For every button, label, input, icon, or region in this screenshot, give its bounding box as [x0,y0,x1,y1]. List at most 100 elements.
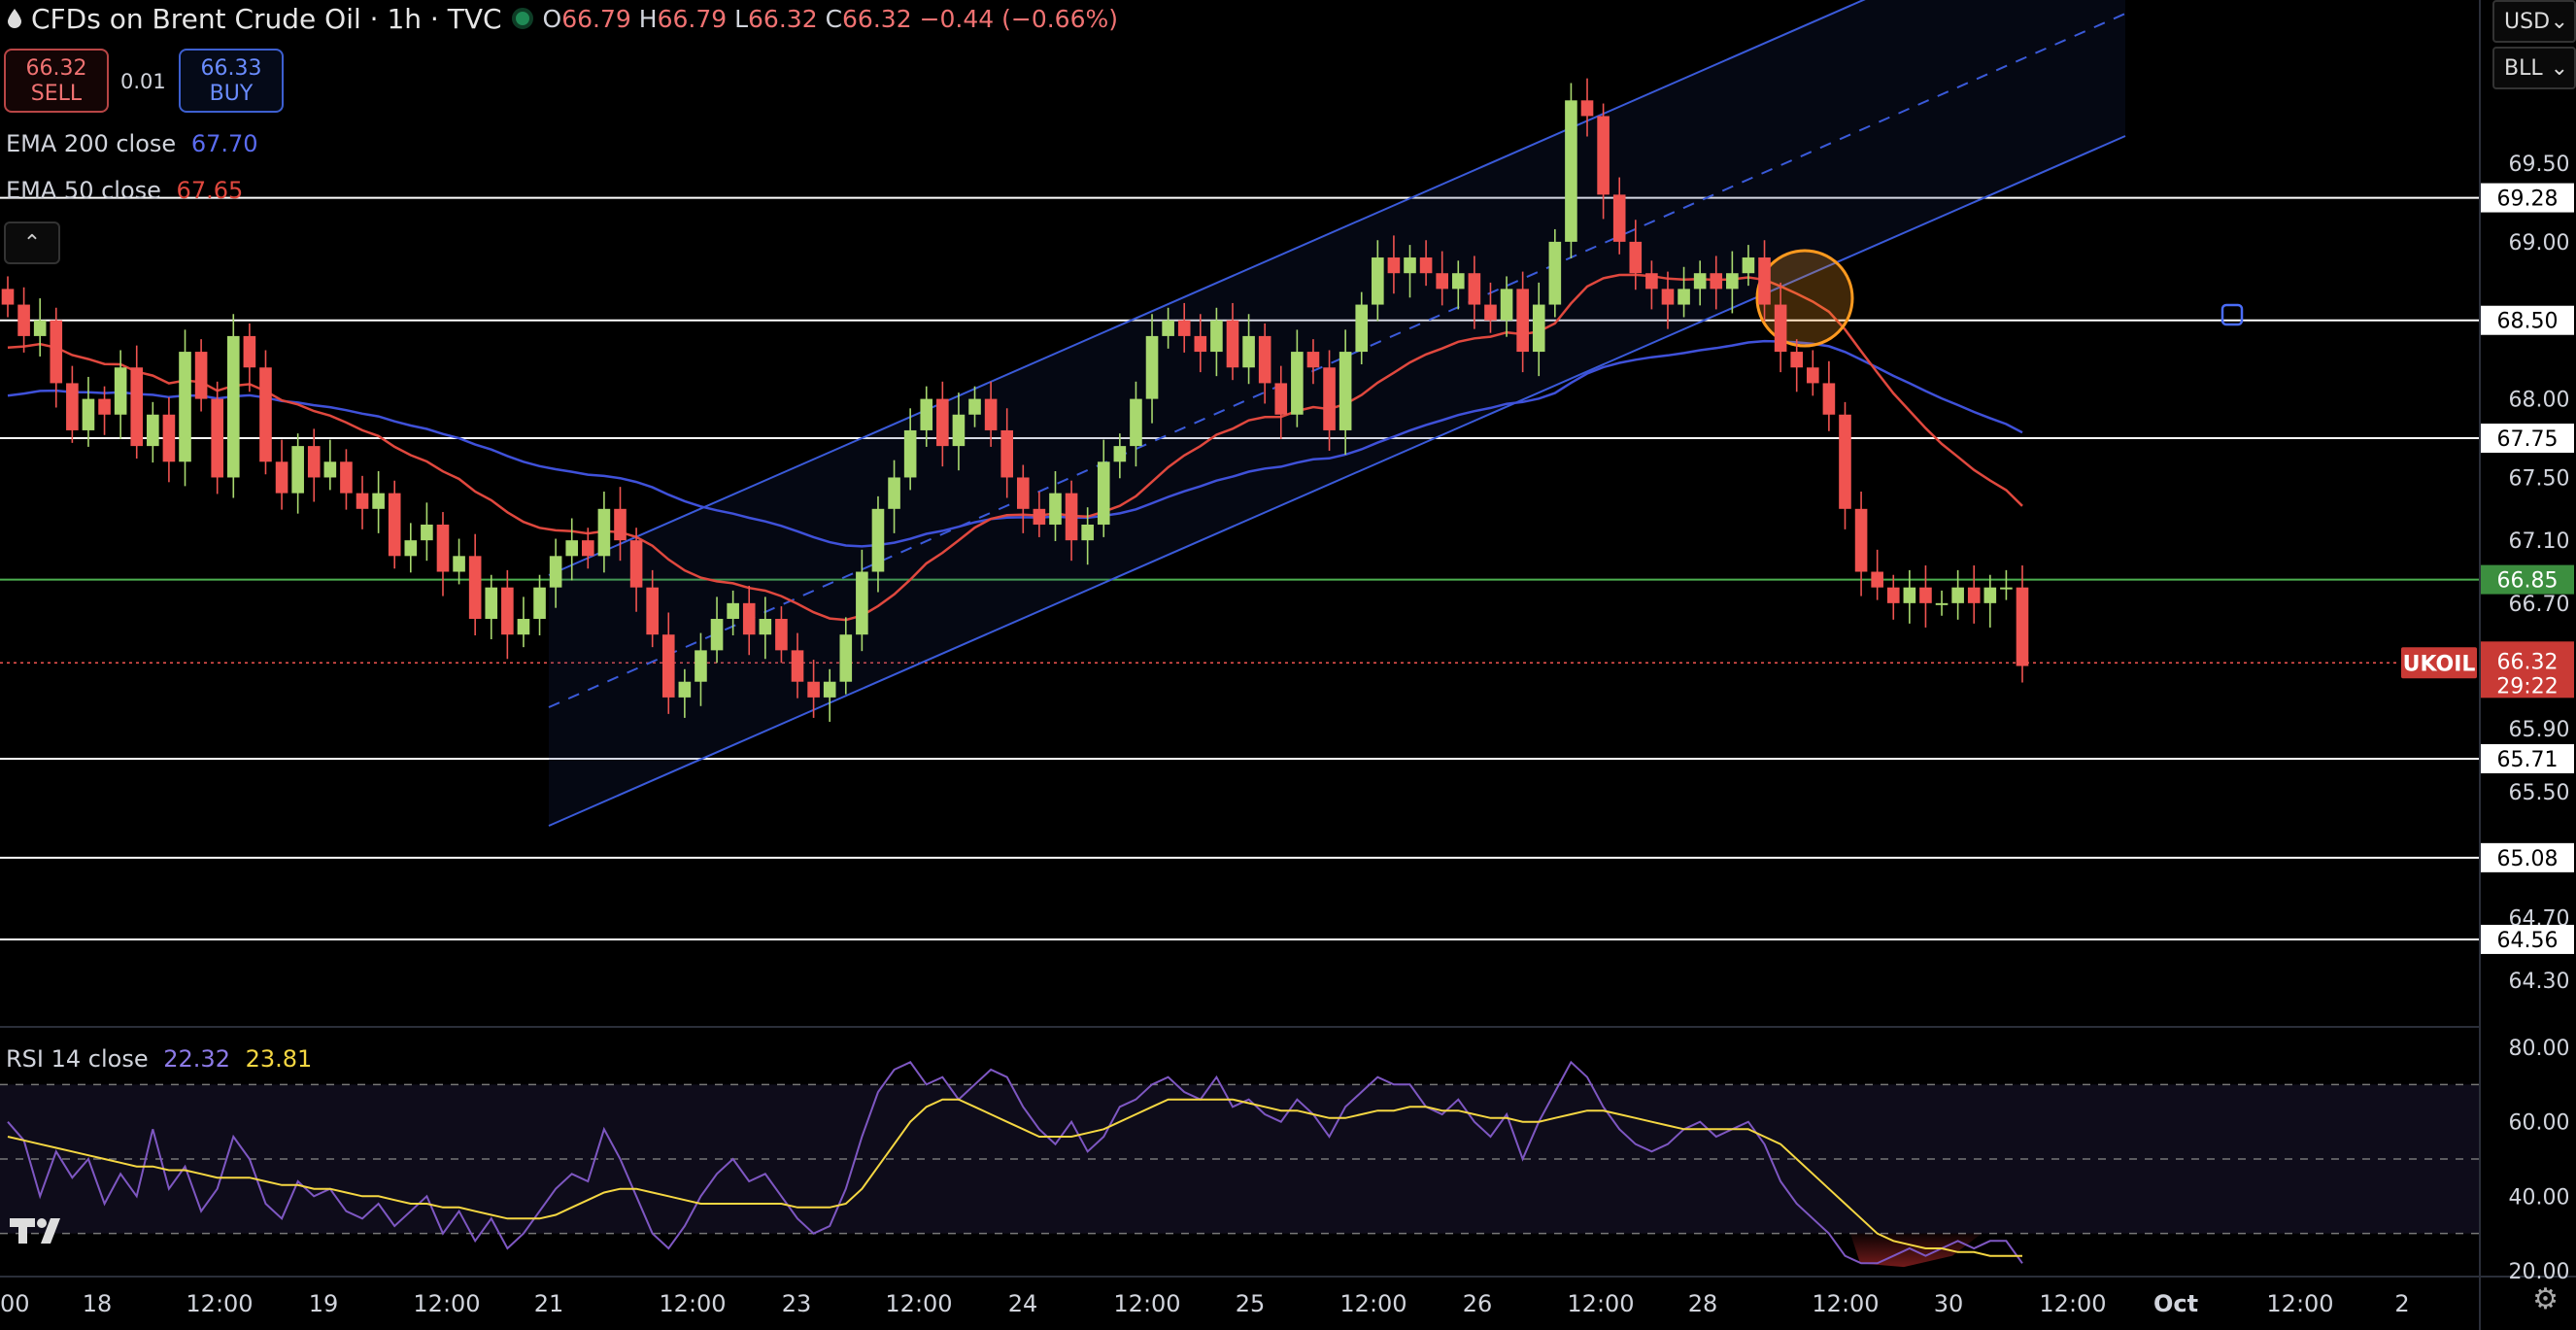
candle-body [968,398,981,415]
candle-body [629,540,643,588]
candle-body [1291,352,1304,415]
oil-drop-icon [8,9,21,28]
candle-body [291,446,304,494]
low-label: L [734,4,749,33]
time-tick-label: 00 [0,1290,30,1317]
settings-gear-icon[interactable]: ⚙ [2532,1282,2559,1316]
candle-body [1274,383,1288,415]
candle-body [1871,571,1883,588]
price-tick-label: 65.90 [2509,718,2570,742]
candle [388,480,401,569]
time-tick-label: 21 [534,1290,564,1317]
symbol-title[interactable]: CFDs on Brent Crude Oil · 1h · TVC [31,3,502,35]
chevron-up-icon: ⌃ [22,230,42,256]
candle-body [1404,257,1416,274]
level-tag-label: 64.56 [2497,929,2559,953]
level-tag-label: 68.50 [2497,310,2559,334]
candle-body [1130,398,1142,447]
time-tick-label: 12:00 [2266,1290,2333,1317]
candle-body [356,493,369,509]
candle-body [646,587,659,635]
candle-body [259,367,272,462]
candle-body [1886,587,1900,603]
rsi-tick-label: 60.00 [2509,1111,2570,1136]
candle-body [1210,320,1223,353]
unit-select[interactable]: BLL ⌄ [2492,47,2576,89]
candle-body [1372,257,1384,305]
candle-body [920,398,933,430]
candle-body [1951,587,1964,603]
candle-body [759,619,772,635]
rsi-value: 22.32 [163,1045,230,1073]
candle-body [1242,335,1255,368]
buy-price: 66.33 [200,56,262,81]
candle-body [1935,602,1949,605]
candle-body [903,429,917,478]
time-tick-label: 25 [1236,1290,1266,1317]
sell-label: SELL [30,82,83,106]
level-tag-label: 66.85 [2497,569,2559,594]
currency-select[interactable]: USD ⌄ [2492,0,2576,43]
candle-body [98,398,111,415]
ema200-label: EMA 200 close [6,130,177,157]
candle-body [517,619,530,635]
candle-body [1774,304,1787,353]
candle-body [936,398,949,447]
candle-body [2016,587,2029,666]
tradingview-logo [10,1214,72,1254]
time-tick-label: 18 [83,1290,113,1317]
time-tick-label: 2 [2394,1290,2409,1317]
low-value: 66.32 [748,4,818,33]
level-tag-label: 67.75 [2497,427,2559,452]
candle [1565,83,1577,258]
candle-body [1339,352,1352,430]
candle-body [1,289,15,305]
candle-body [1919,587,1932,603]
candle-body [179,352,191,462]
candle-body [501,587,514,635]
candle-body [1726,273,1739,290]
candle-body [533,587,546,620]
candle-body [1436,273,1448,290]
trading-chart-window: 69.5069.0068.5068.0067.5067.1066.7066.30… [0,0,2576,1330]
highlight-circle [1755,249,1854,348]
candle [226,314,240,498]
open-value: 66.79 [561,4,631,33]
candle-body [1145,335,1159,399]
collapse-legend-button[interactable]: ⌃ [4,222,60,264]
candle-body [839,634,853,682]
time-tick-label: 24 [1008,1290,1038,1317]
candle-body [1645,273,1658,290]
candle-body [1451,273,1465,290]
time-tick-label: 12:00 [1567,1290,1634,1317]
time-tick-label: 12:00 [2039,1290,2106,1317]
candle-body [1065,493,1078,541]
rsi-legend[interactable]: RSI 14 close 22.32 23.81 [6,1045,312,1073]
candle [1548,228,1562,318]
sell-button[interactable]: 66.32 SELL [4,49,109,113]
candle-body [1758,257,1771,305]
candle-body [307,446,321,478]
candle-body [661,634,675,698]
candle-body [1000,429,1014,478]
candle-body [130,367,144,447]
rsi-label: RSI 14 close [6,1045,149,1073]
ema50-label: EMA 50 close [6,177,161,204]
sell-price: 66.32 [25,56,87,81]
candle-body [856,571,868,635]
buy-button[interactable]: 66.33 BUY [179,49,284,113]
candle-body [1854,508,1868,572]
candle-body [807,681,820,698]
candle-body [485,587,498,620]
candle-body [1629,241,1643,274]
candle-body [1049,493,1062,525]
price-tick-label: 69.50 [2509,153,2570,177]
candle-body [1113,446,1127,462]
chart-header: CFDs on Brent Crude Oil · 1h · TVC O66.7… [8,0,1118,37]
ema50-legend[interactable]: EMA 50 close 67.65 [6,177,243,204]
ema200-legend[interactable]: EMA 200 close 67.70 [6,130,258,157]
price-chart[interactable]: 69.5069.0068.5068.0067.5067.1066.7066.30… [0,0,2576,1330]
candle-body [147,414,159,447]
candle-body [1177,320,1191,336]
high-value: 66.79 [657,4,728,33]
